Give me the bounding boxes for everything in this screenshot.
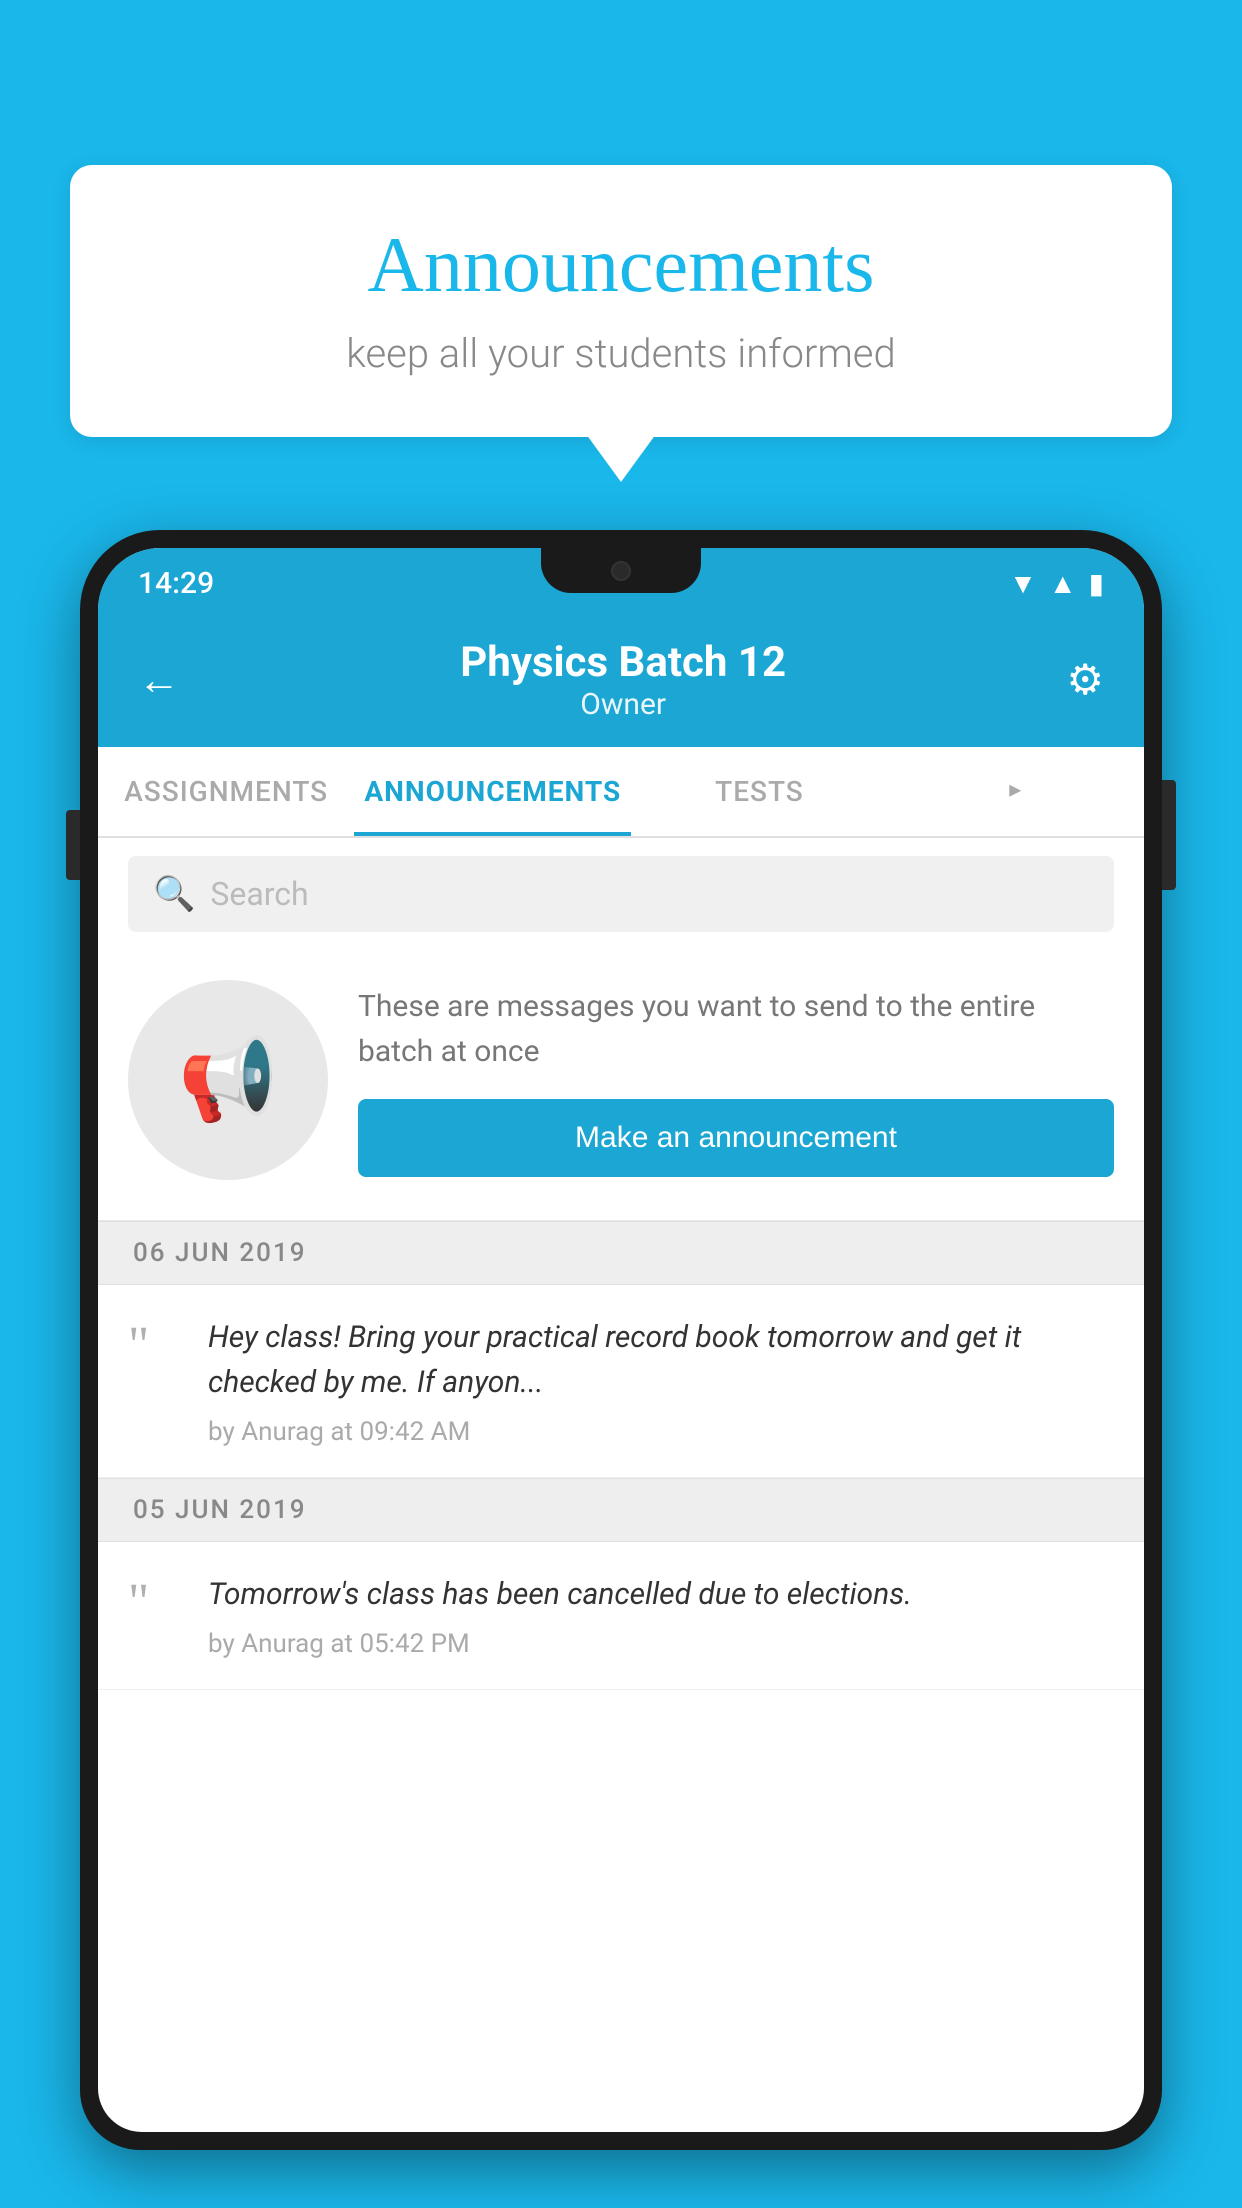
announcement-content-1: Hey class! Bring your practical record b…: [208, 1315, 1114, 1447]
header-title-group: Physics Batch 12 Owner: [460, 638, 786, 722]
search-bar[interactable]: 🔍 Search: [128, 856, 1114, 932]
date-divider-1: 06 JUN 2019: [98, 1221, 1144, 1285]
settings-icon[interactable]: ⚙: [1066, 655, 1104, 705]
status-icons: ▼ ▲ ▮: [1009, 567, 1104, 600]
quote-icon-1: ": [128, 1320, 183, 1372]
tab-more[interactable]: ▸: [888, 747, 1144, 836]
status-time: 14:29: [138, 566, 214, 601]
search-placeholder: Search: [210, 875, 308, 913]
promo-content: These are messages you want to send to t…: [358, 984, 1114, 1177]
back-button[interactable]: ←: [138, 656, 180, 705]
speech-bubble-card: Announcements keep all your students inf…: [70, 165, 1172, 437]
app-header: ← Physics Batch 12 Owner ⚙: [98, 618, 1144, 747]
tab-assignments[interactable]: ASSIGNMENTS: [98, 747, 354, 836]
batch-name: Physics Batch 12: [460, 638, 786, 687]
phone-screen: 14:29 ▼ ▲ ▮ ← Physics Batch 12 Owner ⚙: [98, 548, 1144, 2132]
phone-mockup: 14:29 ▼ ▲ ▮ ← Physics Batch 12 Owner ⚙: [80, 530, 1162, 2208]
announcement-text-1: Hey class! Bring your practical record b…: [208, 1315, 1114, 1405]
date-divider-2: 05 JUN 2019: [98, 1478, 1144, 1542]
quote-icon-2: ": [128, 1577, 183, 1629]
battery-icon: ▮: [1089, 567, 1104, 600]
announcement-content-2: Tomorrow's class has been cancelled due …: [208, 1572, 1114, 1659]
announcement-meta-1: by Anurag at 09:42 AM: [208, 1417, 1114, 1447]
speech-bubble-section: Announcements keep all your students inf…: [70, 165, 1172, 437]
phone-notch: [541, 548, 701, 593]
make-announcement-button[interactable]: Make an announcement: [358, 1099, 1114, 1177]
tab-announcements[interactable]: ANNOUNCEMENTS: [354, 747, 631, 836]
search-icon: 🔍: [153, 874, 195, 914]
announcement-item-1: " Hey class! Bring your practical record…: [98, 1285, 1144, 1478]
phone-outer: 14:29 ▼ ▲ ▮ ← Physics Batch 12 Owner ⚙: [80, 530, 1162, 2150]
promo-icon-circle: 📢: [128, 980, 328, 1180]
announcement-meta-2: by Anurag at 05:42 PM: [208, 1629, 1114, 1659]
camera-cutout: [611, 561, 631, 581]
signal-icon: ▲: [1049, 567, 1077, 600]
announcement-item-2: " Tomorrow's class has been cancelled du…: [98, 1542, 1144, 1690]
search-container: 🔍 Search: [98, 838, 1144, 950]
announcement-text-2: Tomorrow's class has been cancelled due …: [208, 1572, 1114, 1617]
tabs-container: ASSIGNMENTS ANNOUNCEMENTS TESTS ▸: [98, 747, 1144, 838]
megaphone-icon: 📢: [178, 1033, 278, 1127]
promo-section: 📢 These are messages you want to send to…: [98, 950, 1144, 1221]
speech-bubble-subtitle: keep all your students informed: [130, 330, 1112, 377]
promo-description: These are messages you want to send to t…: [358, 984, 1114, 1074]
wifi-icon: ▼: [1009, 567, 1037, 600]
speech-bubble-title: Announcements: [130, 220, 1112, 310]
user-role: Owner: [460, 687, 786, 722]
tab-tests[interactable]: TESTS: [631, 747, 887, 836]
